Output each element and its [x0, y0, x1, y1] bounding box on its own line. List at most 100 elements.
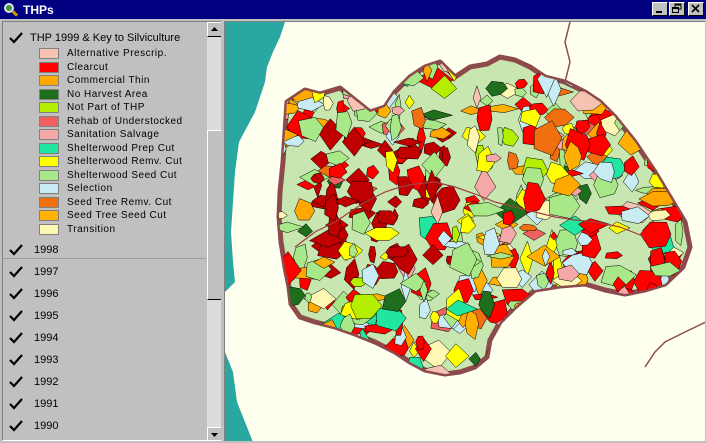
layer-label: 1995 — [34, 310, 59, 322]
layer-label: THP 1999 & Key to Silviculture — [30, 32, 181, 44]
watershed-map[interactable] — [225, 22, 705, 441]
layer-visibility-checkbox[interactable] — [9, 419, 23, 433]
legend-swatch — [39, 115, 59, 127]
legend-label: Shelterwood Prep Cut — [67, 142, 175, 154]
checkmark-icon — [9, 265, 23, 278]
parcel — [476, 104, 493, 131]
checkmark-icon — [9, 353, 23, 366]
close-icon — [691, 4, 700, 13]
triangle-up-icon — [211, 27, 218, 31]
parcel — [497, 127, 504, 147]
legend-item: Seed Tree Remv. Cut — [39, 196, 172, 209]
legend-swatch — [39, 223, 59, 235]
checkmark-icon — [9, 243, 23, 256]
layer-label: 1998 — [34, 244, 59, 256]
window-title: THPs — [23, 2, 54, 17]
legend-item: Alternative Prescrip. — [39, 47, 167, 60]
layer-visibility-checkbox[interactable] — [9, 31, 23, 45]
minimize-button[interactable] — [652, 2, 668, 16]
checkmark-icon — [9, 397, 23, 410]
layer-visibility-checkbox[interactable] — [9, 397, 23, 411]
legend-swatch — [39, 156, 59, 167]
layer-row[interactable]: 1992 — [9, 373, 58, 391]
layer-label: 1996 — [34, 288, 59, 300]
legend-item: Shelterwood Prep Cut — [39, 142, 175, 155]
legend-label: Selection — [67, 183, 113, 194]
layer-list: THP 1999 & Key to Silviculture Alternativ… — [3, 22, 206, 440]
layer-row[interactable]: 1996 — [9, 285, 58, 303]
legend-item: Clearcut — [39, 61, 108, 74]
legend-item: Rehab of Understocked — [39, 115, 183, 128]
legend-label: Alternative Prescrip. — [67, 48, 167, 59]
legend-label: Rehab of Understocked — [67, 115, 183, 127]
minimize-icon — [656, 11, 662, 13]
layer-visibility-checkbox[interactable] — [9, 353, 23, 367]
layer-row[interactable]: 1993 — [9, 351, 58, 369]
window-controls — [651, 2, 704, 16]
checkmark-icon — [9, 375, 23, 388]
legend-item: Shelterwood Remv. Cut — [39, 155, 182, 168]
restore-icon — [672, 3, 682, 13]
layer-visibility-checkbox[interactable] — [9, 309, 23, 323]
legend-label: Shelterwood Seed Cut — [67, 169, 178, 181]
legend-swatch — [39, 75, 59, 86]
layer-visibility-checkbox[interactable] — [9, 243, 23, 257]
legend-swatch — [39, 169, 59, 181]
checkmark-icon — [9, 309, 23, 322]
layer-thp-1999[interactable]: THP 1999 & Key to Silviculture — [9, 29, 180, 47]
layer-row[interactable]: 1995 — [9, 307, 58, 325]
layer-visibility-checkbox[interactable] — [9, 331, 23, 345]
legend-swatch — [39, 196, 59, 208]
legend-label: Sanitation Salvage — [67, 129, 160, 140]
layer-row[interactable]: 1997 — [9, 263, 58, 281]
toc-scrollbar[interactable] — [207, 22, 221, 440]
scroll-up-button[interactable] — [207, 22, 221, 37]
checkmark-icon — [9, 31, 23, 44]
checkmark-icon — [9, 331, 23, 344]
layer-label: 1997 — [34, 266, 59, 278]
layer-label: 1993 — [34, 354, 59, 366]
layer-label: 1990 — [34, 420, 59, 432]
legend-label: Seed Tree Remv. Cut — [67, 196, 172, 208]
scroll-thumb[interactable] — [207, 130, 221, 300]
legend-item: Not Part of THP — [39, 101, 145, 114]
checkmark-icon — [9, 419, 23, 432]
legend-item: No Harvest Area — [39, 88, 148, 101]
close-button[interactable] — [688, 2, 704, 16]
layer-visibility-checkbox[interactable] — [9, 375, 23, 389]
legend-item: Sanitation Salvage — [39, 128, 159, 141]
table-of-contents: THP 1999 & Key to Silviculture Alternativ… — [2, 21, 221, 441]
legend-swatch — [39, 88, 59, 100]
legend-swatch — [39, 142, 59, 154]
layer-visibility-checkbox[interactable] — [9, 265, 23, 279]
legend-label: Not Part of THP — [67, 102, 145, 113]
scroll-down-button[interactable] — [207, 427, 221, 440]
legend-label: Seed Tree Seed Cut — [67, 210, 167, 221]
legend-label: No Harvest Area — [67, 88, 148, 100]
map-view[interactable] — [224, 21, 705, 441]
legend-swatch — [39, 183, 59, 194]
legend-label: Transition — [67, 223, 116, 235]
layer-visibility-checkbox[interactable] — [9, 287, 23, 301]
app-window: THPs THP 1999 & Key to Silviculture Alter… — [0, 0, 706, 443]
legend-label: Clearcut — [67, 61, 109, 73]
layer-row[interactable]: 1990 — [9, 417, 58, 435]
legend-item: Shelterwood Seed Cut — [39, 169, 177, 182]
restore-button[interactable] — [669, 2, 685, 16]
layer-label: 1991 — [34, 398, 59, 410]
legend-swatch — [39, 102, 59, 113]
legend-item: Transition — [39, 223, 116, 236]
layer-label: 1992 — [34, 376, 59, 388]
layer-row[interactable]: 1991 — [9, 395, 58, 413]
layer-row[interactable]: 1994 — [9, 329, 58, 347]
legend-swatch — [39, 210, 59, 221]
legend-item: Seed Tree Seed Cut — [39, 209, 167, 222]
parcel — [396, 146, 422, 160]
title-bar[interactable]: THPs — [0, 0, 706, 19]
triangle-down-icon — [211, 433, 218, 437]
arcview-magnifier-icon — [2, 2, 19, 18]
checkmark-icon — [9, 287, 23, 300]
layer-row[interactable]: 1998 — [9, 241, 58, 259]
legend-label: Commercial Thin — [67, 75, 150, 86]
layer-label: 1994 — [34, 332, 59, 344]
